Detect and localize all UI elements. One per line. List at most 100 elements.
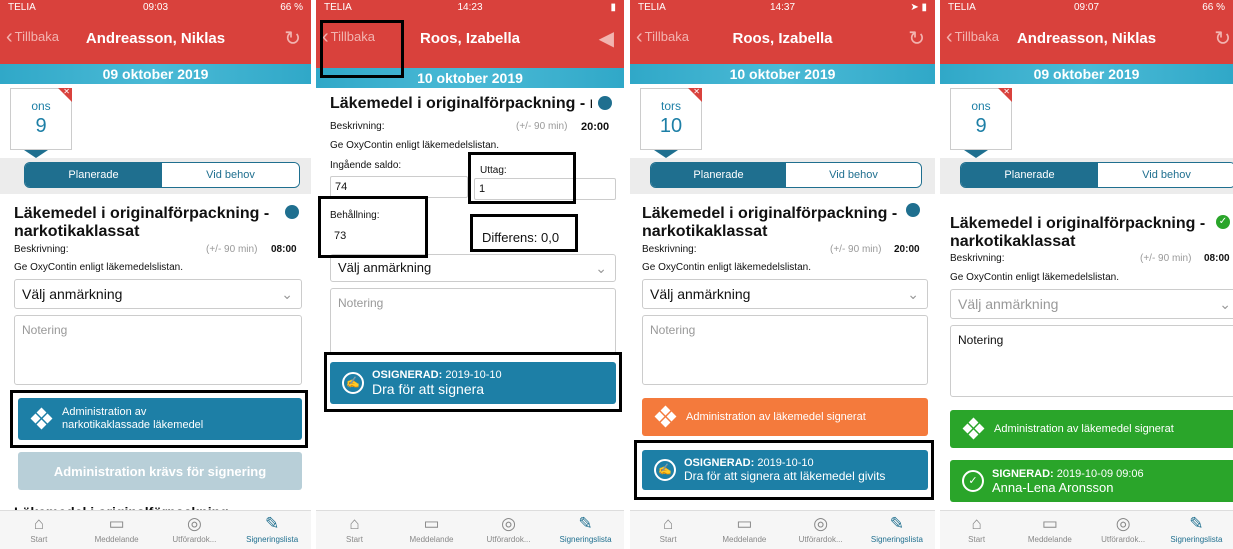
clock-time: 09:07 bbox=[1073, 2, 1100, 13]
in-balance-label: Ingående saldo: bbox=[330, 160, 402, 171]
tolerance: (+/- 90 min) bbox=[206, 244, 258, 255]
clock-time: 14:37 bbox=[769, 2, 796, 13]
note-field[interactable]: Notering bbox=[14, 315, 302, 385]
date-band: 10 oktober 2019 bbox=[630, 64, 935, 84]
tab-start[interactable]: ⌂ Start bbox=[940, 511, 1013, 549]
date-band: 09 oktober 2019 bbox=[940, 64, 1233, 84]
in-balance-field[interactable]: 74 bbox=[330, 176, 468, 198]
clock-icon bbox=[906, 203, 920, 217]
battery-icon: ➤ ▮ bbox=[910, 2, 927, 13]
medication-title: Läkemedel i originalförpackning - narkot… bbox=[14, 205, 270, 240]
battery: 66 % bbox=[280, 2, 303, 13]
list-icon: ◎ bbox=[501, 514, 516, 533]
clock-icon bbox=[598, 96, 612, 110]
admin-signed-button[interactable]: Administration av läkemedel signerat bbox=[642, 398, 928, 436]
highlight-box-swipe bbox=[324, 352, 622, 412]
tab-signing[interactable]: ✎ Signeringslista bbox=[1160, 511, 1233, 549]
list-icon: ◎ bbox=[813, 514, 829, 533]
tab-messages[interactable]: ▭ Meddelande bbox=[393, 511, 470, 549]
scheduled-time: 08:00 bbox=[271, 244, 297, 255]
tab-planned[interactable]: Planerade bbox=[25, 163, 162, 187]
remark-select[interactable]: Välj anmärkning ⌄ bbox=[330, 254, 616, 282]
header: ‹ Tillbaka Roos, Izabella ↻ bbox=[630, 16, 935, 64]
home-icon: ⌂ bbox=[662, 514, 674, 533]
chat-icon: ▭ bbox=[736, 514, 753, 533]
home-icon: ⌂ bbox=[33, 514, 45, 533]
phone-screen-4: TELIA 09:07 66 % ‹ Tillbaka Andreasson, N… bbox=[940, 0, 1233, 549]
chat-icon: ▭ bbox=[423, 514, 440, 533]
tab-planned[interactable]: Planerade bbox=[651, 163, 786, 187]
note-field[interactable]: Notering bbox=[330, 288, 616, 354]
phone-screen-1: TELIA 09:03 66 % ‹ Tillbaka Andreasson, N… bbox=[0, 0, 311, 549]
chevron-down-icon: ⌄ bbox=[1219, 296, 1231, 312]
tab-signing[interactable]: ✎ Signeringslista bbox=[233, 511, 311, 549]
tab-start[interactable]: ⌂ Start bbox=[630, 511, 706, 549]
pencil-icon: ✎ bbox=[1189, 514, 1204, 533]
signed-status: ✓ SIGNERAD: 2019-10-09 09:06 Anna-Lena A… bbox=[950, 460, 1233, 502]
clock-icon bbox=[285, 205, 299, 219]
day-card[interactable]: ✕ tors 10 bbox=[640, 87, 702, 150]
tab-messages[interactable]: ▭ Meddelande bbox=[1013, 511, 1086, 549]
highlight-box-holding bbox=[318, 196, 428, 258]
home-icon: ⌂ bbox=[971, 514, 982, 533]
tab-as-needed[interactable]: Vid behov bbox=[162, 163, 299, 187]
close-icon: ✕ bbox=[1003, 87, 1010, 96]
tab-planned[interactable]: Planerade bbox=[961, 163, 1098, 187]
admin-required-button: Administration krävs för signering bbox=[18, 452, 302, 490]
day-number: 10 bbox=[659, 115, 683, 137]
day-card[interactable]: ✕ ons 9 bbox=[950, 87, 1012, 150]
remark-select[interactable]: Välj anmärkning ⌄ bbox=[950, 289, 1233, 319]
highlight-box-withdrawal bbox=[468, 152, 576, 204]
highlight-box-swipe bbox=[634, 440, 934, 500]
tab-signing[interactable]: ✎ Signeringslista bbox=[547, 511, 624, 549]
tab-bar: ⌂ Start ▭ Meddelande ◎ Utförardok... ✎ Signe… bbox=[0, 510, 311, 549]
refresh-icon[interactable]: ↻ bbox=[1214, 26, 1231, 51]
home-icon: ⌂ bbox=[349, 514, 360, 533]
tab-messages[interactable]: ▭ Meddelande bbox=[706, 511, 782, 549]
segmented-control: Planerade Vid behov bbox=[960, 162, 1233, 188]
pencil-icon: ✎ bbox=[578, 514, 593, 533]
chevron-down-icon: ⌄ bbox=[281, 286, 293, 302]
header: ‹ Tillbaka Andreasson, Niklas ↻ bbox=[0, 16, 311, 64]
tab-bar: ⌂ Start ▭ Meddelande ◎ Utförardok... ✎ Signe… bbox=[630, 510, 935, 549]
remark-select[interactable]: Välj anmärkning ⌄ bbox=[14, 279, 302, 309]
clock-time: 09:03 bbox=[142, 2, 169, 13]
tab-performed[interactable]: ◎ Utförardok... bbox=[783, 511, 859, 549]
instruction: Ge OxyContin enligt läkemedelslistan. bbox=[14, 262, 183, 273]
chat-icon: ▭ bbox=[1041, 514, 1058, 533]
scheduled-time: 20:00 bbox=[581, 121, 610, 133]
tab-performed[interactable]: ◎ Utförardok... bbox=[470, 511, 547, 549]
tab-bar: ⌂ Start ▭ Meddelande ◎ Utförardok... ✎ Signe… bbox=[316, 510, 624, 549]
remark-select[interactable]: Välj anmärkning ⌄ bbox=[642, 279, 928, 309]
chevron-down-icon: ⌄ bbox=[907, 286, 919, 302]
tab-messages[interactable]: ▭ Meddelande bbox=[78, 511, 156, 549]
check-icon: ✓ bbox=[962, 470, 984, 492]
day-card[interactable]: ✕ ons 9 bbox=[10, 87, 72, 150]
tab-signing[interactable]: ✎ Signeringslista bbox=[859, 511, 935, 549]
instruction: Ge OxyContin enligt läkemedelslistan. bbox=[642, 262, 811, 273]
pencil-icon: ✎ bbox=[889, 514, 904, 533]
tab-start[interactable]: ⌂ Start bbox=[0, 511, 78, 549]
day-pointer bbox=[24, 150, 48, 158]
tab-bar: ⌂ Start ▭ Meddelande ◎ Utförardok... ✎ Signe… bbox=[940, 510, 1233, 549]
refresh-icon[interactable]: ↻ bbox=[908, 26, 925, 51]
admin-signed-button[interactable]: Administration av läkemedel signerat bbox=[950, 410, 1233, 448]
description-label: Beskrivning: bbox=[642, 244, 697, 255]
refresh-icon[interactable]: ↻ bbox=[284, 26, 301, 51]
instruction: Ge OxyContin enligt läkemedelslistan. bbox=[950, 272, 1119, 283]
description-label: Beskrivning: bbox=[14, 244, 69, 255]
diamond-icon bbox=[962, 417, 985, 440]
tab-as-needed[interactable]: Vid behov bbox=[786, 163, 921, 187]
tab-performed[interactable]: ◎ Utförardok... bbox=[1087, 511, 1160, 549]
tab-performed[interactable]: ◎ Utförardok... bbox=[156, 511, 234, 549]
note-field[interactable]: Notering bbox=[950, 325, 1233, 397]
status-bar: TELIA 09:07 66 % bbox=[940, 0, 1233, 16]
phone-screen-3: TELIA 14:37 ➤ ▮ ‹ Tillbaka Roos, Izabella… bbox=[630, 0, 935, 549]
tab-as-needed[interactable]: Vid behov bbox=[1098, 163, 1233, 187]
list-icon: ◎ bbox=[186, 514, 202, 533]
tolerance: (+/- 90 min) bbox=[1140, 253, 1192, 264]
speaker-icon[interactable]: ◀ bbox=[599, 26, 614, 51]
note-field[interactable]: Notering bbox=[642, 315, 928, 385]
tab-start[interactable]: ⌂ Start bbox=[316, 511, 393, 549]
segmented-control: Planerade Vid behov bbox=[650, 162, 922, 188]
